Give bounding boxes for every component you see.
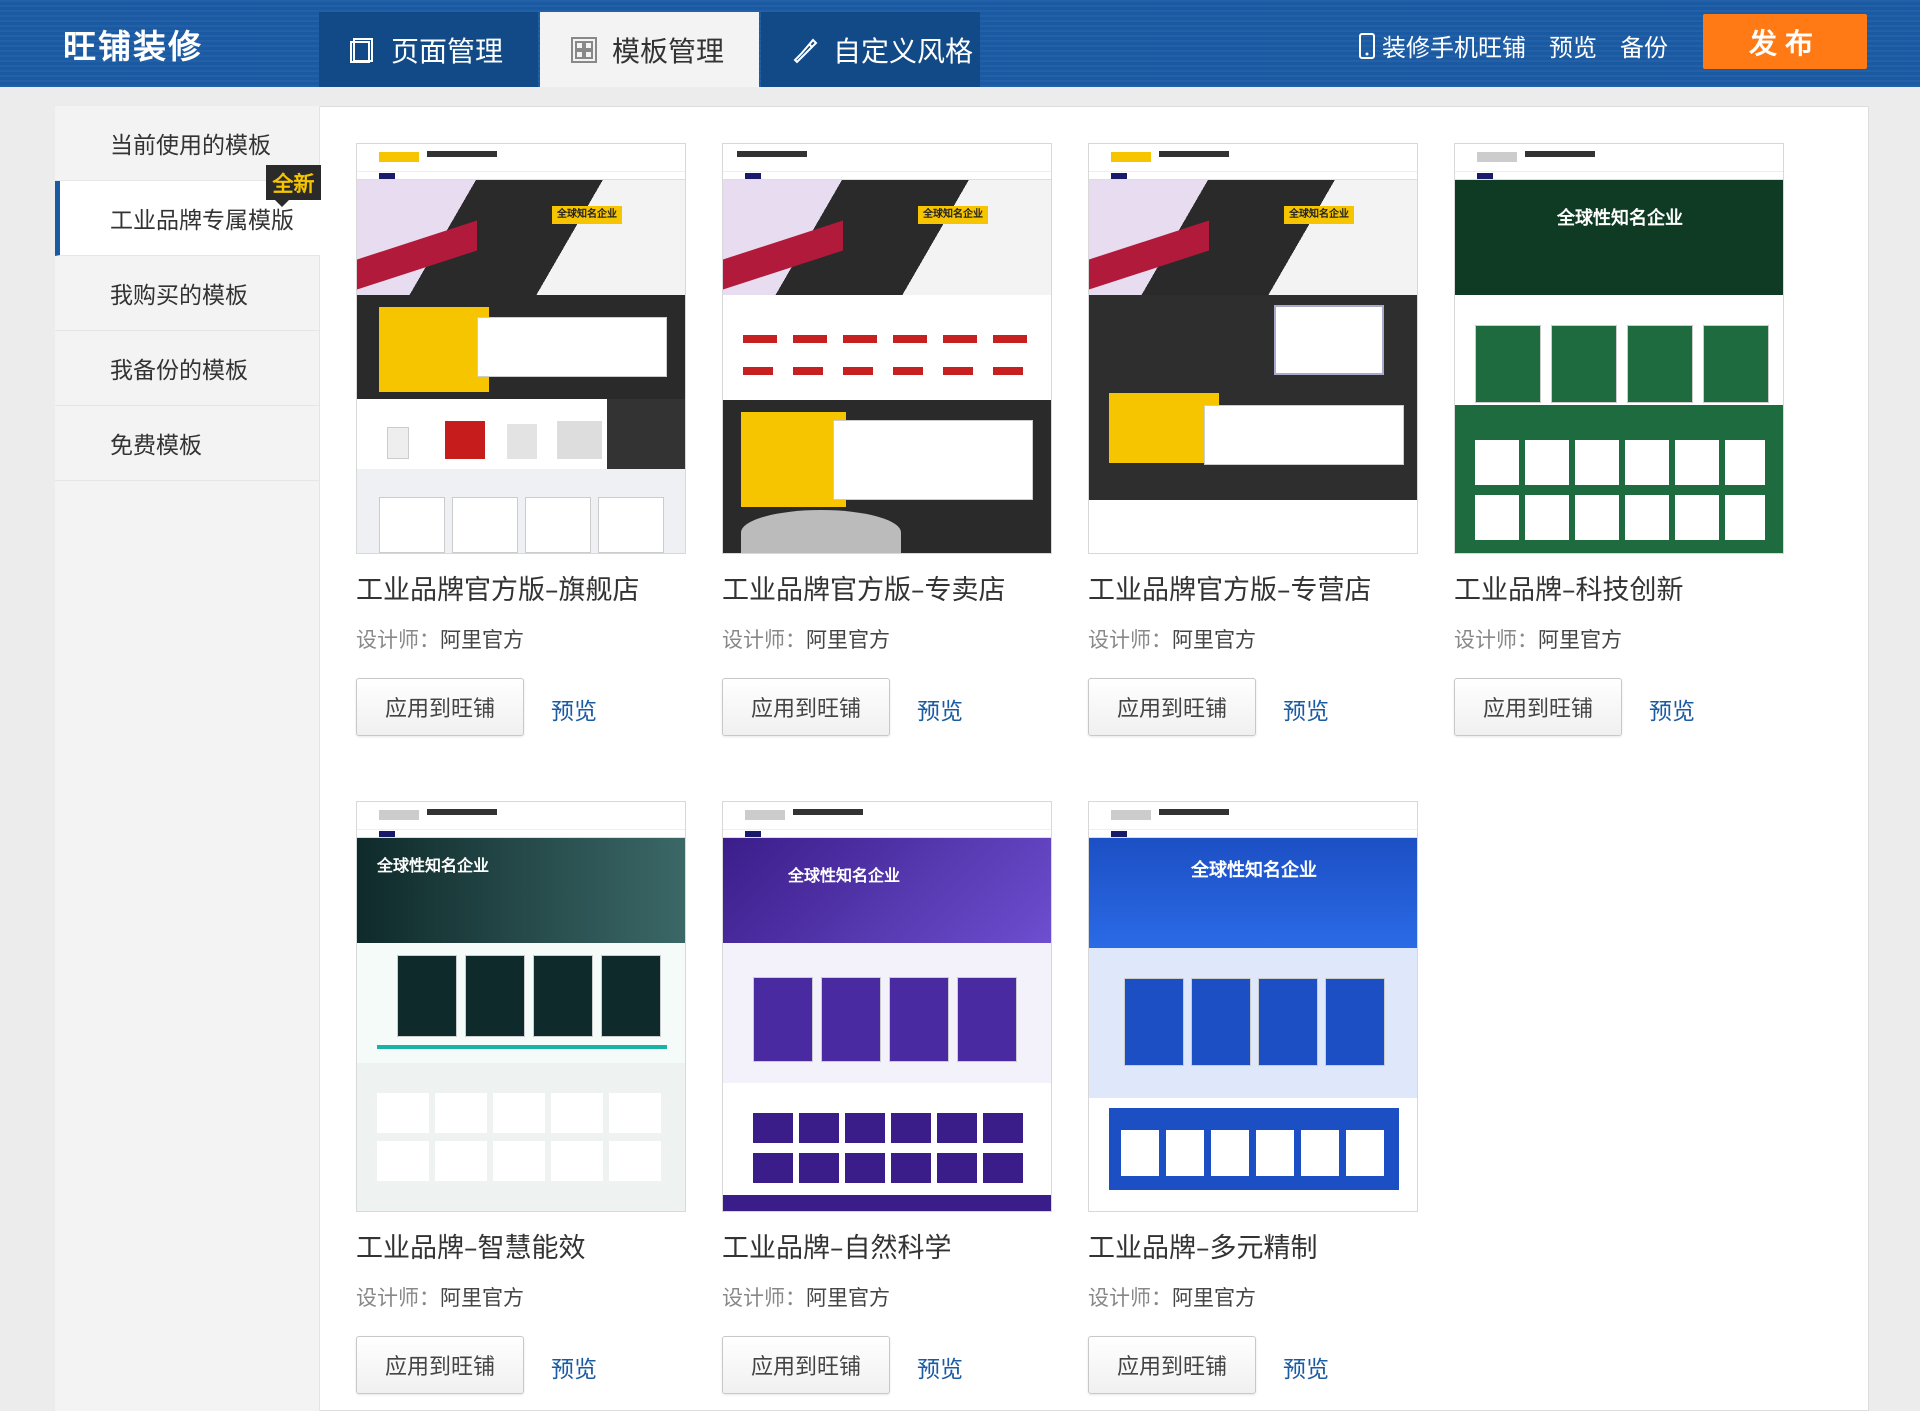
tab-template-management[interactable]: 模板管理	[540, 12, 759, 87]
template-designer: 设计师：阿里官方	[356, 1282, 524, 1312]
thumb-hero-text: 全球性知名企业	[788, 866, 901, 885]
apply-to-shop-button[interactable]: 应用到旺铺	[356, 678, 524, 736]
designer-label: 设计师：	[722, 628, 806, 652]
tab-page-management[interactable]: 页面管理	[319, 12, 538, 87]
tab-label: 页面管理	[391, 34, 504, 68]
template-title: 工业品牌官方版–专卖店	[722, 575, 1006, 606]
template-preview-link[interactable]: 预览	[551, 1350, 597, 1384]
template-title: 工业品牌–自然科学	[722, 1233, 952, 1264]
thumb-hero-text: 全球性知名企业	[1191, 860, 1317, 881]
preview-button[interactable]: 预览	[1549, 28, 1597, 63]
apply-to-shop-button[interactable]: 应用到旺铺	[1454, 678, 1622, 736]
mobile-decor-label: 装修手机旺铺	[1382, 34, 1526, 62]
apply-to-shop-button[interactable]: 应用到旺铺	[722, 1336, 890, 1394]
page-icon	[350, 37, 373, 63]
designer-name: 阿里官方	[806, 628, 890, 652]
designer-name: 阿里官方	[1172, 1286, 1256, 1310]
sidebar-item-label: 当前使用的模板	[110, 133, 271, 159]
tab-label: 自定义风格	[833, 34, 974, 68]
designer-name: 阿里官方	[1538, 628, 1622, 652]
template-thumbnail[interactable]: 全球知名企业	[1088, 143, 1418, 554]
template-thumbnail[interactable]: 全球性知名企业	[722, 801, 1052, 1212]
sidebar-item-label: 工业品牌专属模版	[110, 208, 294, 234]
template-preview-link[interactable]: 预览	[551, 692, 597, 726]
grid-icon	[571, 36, 597, 63]
apply-to-shop-button[interactable]: 应用到旺铺	[1088, 678, 1256, 736]
backup-button[interactable]: 备份	[1620, 28, 1668, 63]
designer-label: 设计师：	[1088, 628, 1172, 652]
tab-custom-style[interactable]: 自定义风格	[761, 12, 980, 87]
new-badge: 全新	[266, 165, 321, 207]
template-designer: 设计师：阿里官方	[356, 624, 524, 654]
tab-label: 模板管理	[612, 34, 725, 68]
template-designer: 设计师：阿里官方	[1088, 1282, 1256, 1312]
designer-name: 阿里官方	[806, 1286, 890, 1310]
phone-icon	[1359, 32, 1375, 59]
template-designer: 设计师：阿里官方	[1088, 624, 1256, 654]
template-preview-link[interactable]: 预览	[1283, 1350, 1329, 1384]
template-designer: 设计师：阿里官方	[722, 1282, 890, 1312]
template-preview-link[interactable]: 预览	[1649, 692, 1695, 726]
template-title: 工业品牌–科技创新	[1454, 575, 1684, 606]
brush-icon	[793, 38, 818, 63]
sidebar-item-label: 免费模板	[110, 433, 202, 459]
template-thumbnail[interactable]: 全球性知名企业	[356, 801, 686, 1212]
app-logo: 旺铺装修	[63, 27, 203, 66]
template-thumbnail[interactable]: 全球知名企业	[356, 143, 686, 554]
thumb-hero-text: 全球知名企业	[918, 206, 988, 224]
template-title: 工业品牌–多元精制	[1088, 1233, 1318, 1264]
apply-to-shop-button[interactable]: 应用到旺铺	[356, 1336, 524, 1394]
publish-button[interactable]: 发布	[1703, 14, 1867, 69]
sidebar-item-label: 我购买的模板	[110, 283, 248, 309]
designer-name: 阿里官方	[440, 628, 524, 652]
designer-label: 设计师：	[356, 1286, 440, 1310]
template-designer: 设计师：阿里官方	[722, 624, 890, 654]
template-preview-link[interactable]: 预览	[1283, 692, 1329, 726]
template-thumbnail[interactable]: 全球知名企业	[722, 143, 1052, 554]
sidebar-item-backup[interactable]: 我备份的模板	[55, 331, 320, 406]
apply-to-shop-button[interactable]: 应用到旺铺	[722, 678, 890, 736]
thumb-hero-text: 全球性知名企业	[1557, 208, 1683, 229]
sidebar: 当前使用的模板 工业品牌专属模版 全新 我购买的模板 我备份的模板 免费模板	[55, 106, 321, 1411]
template-preview-link[interactable]: 预览	[917, 1350, 963, 1384]
template-thumbnail[interactable]: 全球性知名企业	[1088, 801, 1418, 1212]
thumb-hero-text: 全球知名企业	[1284, 206, 1354, 224]
apply-to-shop-button[interactable]: 应用到旺铺	[1088, 1336, 1256, 1394]
designer-label: 设计师：	[722, 1286, 806, 1310]
template-preview-link[interactable]: 预览	[917, 692, 963, 726]
designer-label: 设计师：	[1088, 1286, 1172, 1310]
thumb-hero-text: 全球性知名企业	[377, 856, 490, 875]
thumb-hero-text: 全球知名企业	[552, 206, 622, 224]
template-thumbnail[interactable]: 全球性知名企业	[1454, 143, 1784, 554]
designer-label: 设计师：	[1454, 628, 1538, 652]
template-title: 工业品牌官方版–旗舰店	[356, 575, 640, 606]
sidebar-item-free[interactable]: 免费模板	[55, 406, 320, 481]
template-title: 工业品牌官方版–专营店	[1088, 575, 1372, 606]
template-designer: 设计师：阿里官方	[1454, 624, 1622, 654]
sidebar-item-label: 我备份的模板	[110, 358, 248, 384]
sidebar-item-purchased[interactable]: 我购买的模板	[55, 256, 320, 331]
template-title: 工业品牌–智慧能效	[356, 1233, 586, 1264]
top-bar: 旺铺装修 页面管理 模板管理 自定义风格 装修手机旺铺 预览 备份 发布	[0, 0, 1920, 87]
mobile-decor-button[interactable]: 装修手机旺铺	[1358, 28, 1526, 63]
designer-label: 设计师：	[356, 628, 440, 652]
designer-name: 阿里官方	[440, 1286, 524, 1310]
designer-name: 阿里官方	[1172, 628, 1256, 652]
